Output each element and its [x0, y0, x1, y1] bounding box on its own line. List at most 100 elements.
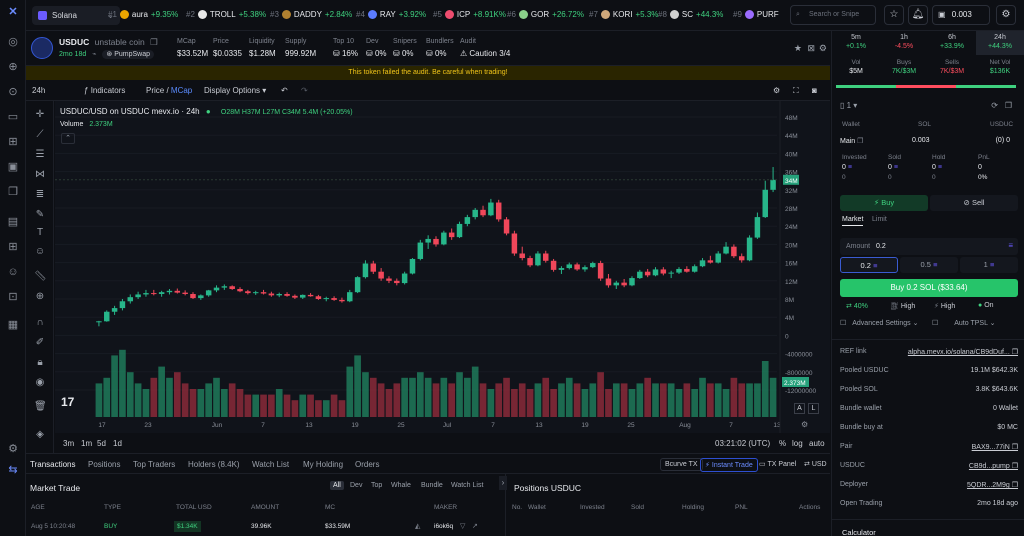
range-1d[interactable]: 1d	[113, 439, 122, 448]
redo-icon[interactable]: ↷	[301, 86, 308, 95]
ticker-item[interactable]: #1 aura +9.35%	[108, 10, 178, 19]
bell-button[interactable]: 🔔︎	[908, 5, 928, 25]
clipboard-icon[interactable]: ▦	[6, 318, 20, 332]
info-value[interactable]: 5QDR...2M9g ❐	[967, 481, 1018, 489]
filter-top[interactable]: Top	[368, 481, 385, 490]
range-5d[interactable]: 5d	[97, 439, 106, 448]
hlines-icon[interactable]: ☰	[34, 149, 46, 161]
zoom-icon[interactable]: ⊕	[34, 291, 46, 303]
ruler-icon[interactable]: 📏︎	[34, 271, 47, 283]
filter-icon[interactable]: ▽	[460, 522, 465, 530]
text-icon[interactable]: T	[34, 227, 46, 239]
setting-2[interactable]: ⚡︎ High	[934, 302, 955, 310]
table-row[interactable]: Aug 5 10:20:48 BUY $1.34K 39.96K $33.59M ◭ i6o…	[26, 521, 504, 533]
brush-icon[interactable]: ✎	[34, 209, 46, 221]
percent-toggle[interactable]: %	[779, 439, 786, 448]
compass-icon[interactable]: ◎	[6, 35, 20, 49]
copy-icon[interactable]: ❐	[6, 185, 20, 199]
advanced-settings-toggle[interactable]: ☐ Advanced Settings ⌄	[840, 319, 918, 327]
trade-maker[interactable]: i6ok6q	[434, 523, 453, 530]
tab-holders[interactable]: Holders (8.4K)	[188, 460, 240, 469]
amount-input[interactable]: Amount 0.2 ≡	[840, 238, 1018, 255]
camera-icon[interactable]: ◙	[812, 86, 817, 95]
filter-bundle[interactable]: Bundle	[418, 481, 446, 490]
preset-0.2[interactable]: 0.2 ≡	[840, 257, 898, 273]
language-icon[interactable]: ⇆	[6, 463, 20, 477]
trash-icon[interactable]: 🗑︎	[34, 401, 47, 413]
settings-icon[interactable]: ⚙	[6, 442, 20, 456]
fullscreen-icon[interactable]: ⛶	[793, 86, 799, 96]
setting-1[interactable]: ⛽︎ High	[890, 302, 915, 310]
price-chart[interactable]: 48M 44M 40M 36M 32M 28M 24M 20M 16M 12M 8M 4M 0 -4000…	[55, 101, 830, 433]
ticker-item[interactable]: #7 KORI +5.3%	[589, 10, 658, 19]
wallet-main[interactable]: Main ❐	[840, 137, 863, 145]
filter-dev[interactable]: Dev	[347, 481, 365, 490]
share-icon[interactable]: ⊠	[807, 43, 815, 54]
display-options-button[interactable]: Display Options ▾	[204, 86, 266, 95]
filter-all[interactable]: All	[330, 481, 344, 490]
info-value[interactable]: CB9d...pump ❐	[969, 462, 1018, 470]
indicators-button[interactable]: ƒ Indicators	[84, 86, 125, 95]
preset-1[interactable]: 1 ≡	[960, 257, 1018, 273]
ticker-item[interactable]: #6 GOR +26.72%	[507, 10, 584, 19]
gift-icon[interactable]: ⊞	[6, 135, 20, 149]
emoji-icon[interactable]: ☺	[34, 246, 46, 258]
instant-trade-button[interactable]: ⚡︎ Instant Trade	[700, 458, 758, 472]
eye-icon[interactable]: ◉	[34, 377, 46, 389]
log-scale-l-button[interactable]: L	[808, 403, 819, 414]
fib-icon[interactable]: ≣	[34, 189, 46, 201]
setting-0[interactable]: ⇄ 40%	[846, 302, 868, 310]
ticker-item[interactable]: #9 PURF	[733, 10, 779, 19]
star-button[interactable]: ☆	[884, 5, 904, 25]
info-value[interactable]: BAX9...77iN ❐	[972, 443, 1018, 451]
range-1m[interactable]: 1m	[81, 439, 92, 448]
copy-icon[interactable]: ❐	[1005, 101, 1012, 110]
tab-positions[interactable]: Positions	[88, 460, 120, 469]
setting-3[interactable]: ● On	[978, 302, 994, 309]
trendline-icon[interactable]: ⟋	[34, 129, 46, 141]
balance-button[interactable]: ▣ 0.003	[932, 5, 990, 25]
crosshair-icon[interactable]: ✛	[34, 109, 46, 121]
refresh-icon[interactable]: ⟳	[991, 101, 998, 110]
limit-tab[interactable]: Limit	[872, 216, 887, 223]
auto-scale-a-button[interactable]: A	[794, 403, 805, 414]
layers-icon[interactable]: ◈	[34, 429, 46, 441]
settings-icon[interactable]: ⚙	[819, 43, 827, 54]
buy-tab[interactable]: ⚡︎ Buy	[840, 195, 928, 211]
pencil-lock-icon[interactable]: ✐	[34, 337, 46, 349]
timeframe-6h[interactable]: 6h +33.9%	[928, 31, 976, 55]
chart-icon[interactable]: ▣	[6, 160, 20, 174]
ticker-item[interactable]: #3 DADDY +2.84%	[270, 10, 352, 19]
copy-icon[interactable]: ❐	[150, 37, 158, 47]
auto-tpsl-toggle[interactable]: ☐ Auto TPSL ⌄	[932, 319, 996, 327]
external-link-icon[interactable]: ↗	[472, 522, 478, 530]
info-value[interactable]: alpha.mevx.io/solana/CB9dDuf... ❐	[908, 348, 1018, 356]
sell-tab[interactable]: ⊘ Sell	[930, 195, 1018, 211]
magnet-icon[interactable]: ∩	[34, 317, 46, 329]
timeframe-1h[interactable]: 1h -4.5%	[880, 31, 928, 55]
ticker-item[interactable]: #8 SC +44.3%	[658, 10, 723, 19]
profile-button[interactable]: ⚙	[996, 5, 1016, 25]
expand-arrow-icon[interactable]: ›	[499, 476, 507, 490]
tradingview-logo[interactable]: 17	[61, 395, 74, 409]
buy-submit-button[interactable]: Buy 0.2 SOL ($33.64)	[840, 279, 1018, 297]
axis-settings-icon[interactable]: ⚙	[801, 420, 808, 429]
timeframe-24h[interactable]: 24h +44.3%	[976, 31, 1024, 55]
tab-my[interactable]: My Holding	[303, 460, 343, 469]
tab-orders[interactable]: Orders	[355, 460, 379, 469]
timeframe-5m[interactable]: 5m +0.1%	[832, 31, 880, 55]
chart-svg[interactable]: 48M44M40M36M32M28M24M20M16M12M8M4M0-4000…	[55, 101, 830, 433]
network-select[interactable]: Solana ⌄	[32, 6, 120, 25]
tab-watch[interactable]: Watch List	[252, 460, 289, 469]
tab-transactions[interactable]: Transactions	[30, 460, 76, 469]
wallet-icon[interactable]: ▭	[6, 110, 20, 124]
auto-toggle[interactable]: auto	[809, 439, 825, 448]
star-icon[interactable]: ★	[794, 43, 802, 54]
chart-settings-icon[interactable]: ⚙	[773, 86, 780, 95]
search-input[interactable]: ⌕ Search or Snipe	[790, 5, 876, 25]
undo-icon[interactable]: ↶	[281, 86, 288, 95]
grid-icon[interactable]: ⊞	[6, 240, 20, 254]
preset-0.5[interactable]: 0.5 ≡	[900, 257, 958, 273]
users-icon[interactable]: ☺	[6, 265, 20, 279]
range-3m[interactable]: 3m	[63, 439, 74, 448]
